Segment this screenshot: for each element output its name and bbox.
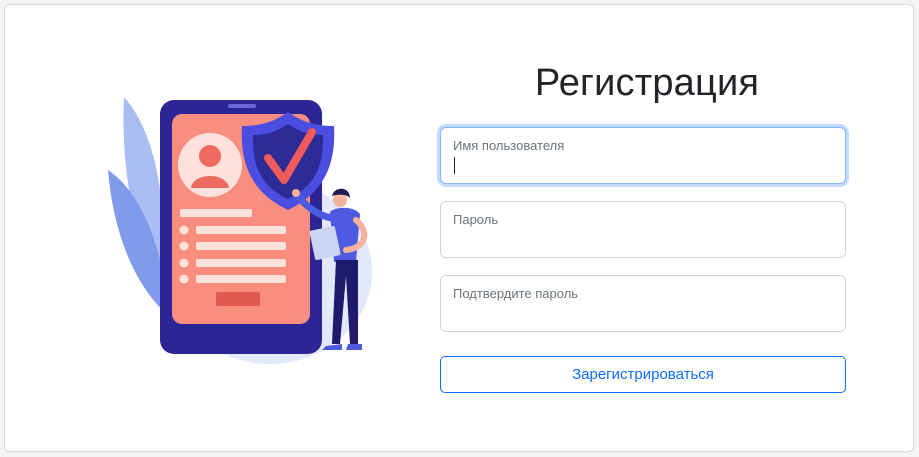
phone-speaker xyxy=(228,104,256,108)
page-title: Регистрация xyxy=(534,62,760,104)
person-hand xyxy=(292,189,300,197)
screen-button xyxy=(216,292,260,306)
screen-bullet xyxy=(179,225,189,235)
confirm-password-field[interactable]: Подтвердите пароль xyxy=(440,275,846,332)
password-label: Пароль xyxy=(453,212,499,227)
person-shoe xyxy=(346,344,362,350)
screen-line xyxy=(196,259,286,267)
screen-bullet xyxy=(179,274,189,284)
avatar-head xyxy=(199,145,221,167)
username-label: Имя пользователя xyxy=(453,138,565,153)
register-button[interactable]: Зарегистрироваться xyxy=(440,356,846,393)
password-field[interactable]: Пароль xyxy=(440,201,846,258)
text-caret xyxy=(454,157,455,174)
screen-bullet xyxy=(179,258,189,268)
screen-line xyxy=(180,209,252,217)
screen-line xyxy=(196,226,286,234)
screen-line xyxy=(196,242,286,250)
username-field[interactable]: Имя пользователя xyxy=(440,127,846,184)
security-registration-illustration xyxy=(108,97,372,364)
confirm-password-label: Подтвердите пароль xyxy=(453,286,579,301)
screen-line xyxy=(196,275,286,283)
screen-bullet xyxy=(179,241,189,251)
